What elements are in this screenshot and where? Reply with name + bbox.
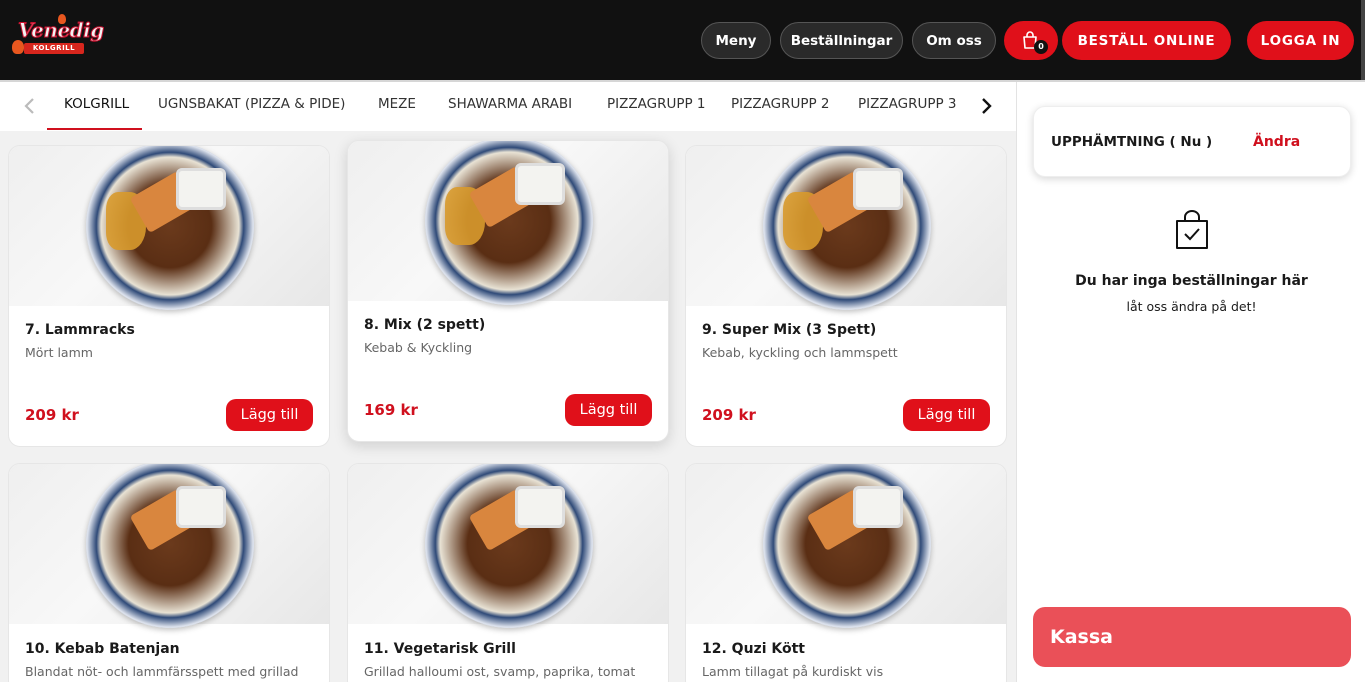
product-description: Kebab & Kyckling bbox=[364, 340, 473, 355]
product-description: Lamm tillagat på kurdiskt vis bbox=[702, 664, 884, 679]
nav-about-button[interactable]: Om oss bbox=[912, 22, 996, 59]
product-title: 10. Kebab Batenjan bbox=[25, 641, 180, 657]
add-to-cart-button[interactable]: Lägg till bbox=[903, 399, 990, 431]
chevron-left-icon[interactable] bbox=[18, 94, 42, 118]
product-image bbox=[686, 464, 1006, 628]
product-image bbox=[9, 464, 329, 628]
logo[interactable]: Venedig KOLGRILL bbox=[10, 14, 105, 64]
product-card[interactable]: 8. Mix (2 spett) Kebab & Kyckling 169 kr… bbox=[347, 140, 669, 442]
product-card[interactable]: 11. Vegetarisk Grill Grillad halloumi os… bbox=[347, 463, 669, 682]
cart-sidebar: UPPHÄMTNING ( Nu ) Ändra Du har inga bes… bbox=[1016, 82, 1365, 682]
logo-flame-icon bbox=[12, 40, 24, 54]
product-description: Kebab, kyckling och lammspett bbox=[702, 345, 898, 360]
product-image bbox=[686, 146, 1006, 310]
product-price: 209 kr bbox=[702, 406, 756, 424]
product-title: 7. Lammracks bbox=[25, 322, 135, 338]
product-image bbox=[9, 146, 329, 310]
tab-pizzagrupp-2[interactable]: PIZZAGRUPP 2 bbox=[731, 96, 830, 112]
pickup-change-link[interactable]: Ändra bbox=[1253, 134, 1300, 150]
add-to-cart-button[interactable]: Lägg till bbox=[565, 394, 652, 426]
tab-ugnsbakat[interactable]: UGNSBAKAT (PIZZA & PIDE) bbox=[158, 96, 345, 112]
product-description: Mört lamm bbox=[25, 345, 93, 360]
scrollbar[interactable] bbox=[1361, 0, 1365, 80]
product-image bbox=[348, 141, 668, 305]
product-title: 11. Vegetarisk Grill bbox=[364, 641, 516, 657]
empty-cart-subtitle: låt oss ändra på det! bbox=[1126, 299, 1257, 314]
checkout-button[interactable]: Kassa bbox=[1033, 607, 1351, 667]
product-title: 12. Quzi Kött bbox=[702, 641, 805, 657]
tab-shawarma-arabi[interactable]: SHAWARMA ARABI bbox=[448, 96, 572, 112]
nav-menu-button[interactable]: Meny bbox=[701, 22, 771, 59]
pickup-selector[interactable]: UPPHÄMTNING ( Nu ) Ändra bbox=[1033, 106, 1351, 177]
add-to-cart-button[interactable]: Lägg till bbox=[226, 399, 313, 431]
shopping-bag-check-icon bbox=[1176, 210, 1208, 249]
product-description: Blandat nöt- och lammfärsspett med grill… bbox=[25, 664, 299, 679]
tab-pizzagrupp-3[interactable]: PIZZAGRUPP 3 bbox=[858, 96, 957, 112]
logo-title: Venedig bbox=[18, 18, 105, 43]
tab-kolgrill[interactable]: KOLGRILL bbox=[64, 96, 129, 112]
pickup-label: UPPHÄMTNING ( Nu ) bbox=[1051, 134, 1213, 150]
product-card[interactable]: 10. Kebab Batenjan Blandat nöt- och lamm… bbox=[8, 463, 330, 682]
nav-orders-button[interactable]: Beställningar bbox=[780, 22, 903, 59]
product-image bbox=[348, 464, 668, 628]
product-price: 209 kr bbox=[25, 406, 79, 424]
product-description: Grillad halloumi ost, svamp, paprika, to… bbox=[364, 664, 636, 679]
tab-meze[interactable]: MEZE bbox=[378, 96, 416, 112]
cart-count-badge: 0 bbox=[1034, 40, 1048, 54]
product-card[interactable]: 9. Super Mix (3 Spett) Kebab, kyckling o… bbox=[685, 145, 1007, 447]
product-title: 8. Mix (2 spett) bbox=[364, 317, 486, 333]
category-bar: KOLGRILL UGNSBAKAT (PIZZA & PIDE) MEZE S… bbox=[0, 82, 1016, 131]
product-card[interactable]: 7. Lammracks Mört lamm 209 kr Lägg till bbox=[8, 145, 330, 447]
active-tab-indicator bbox=[47, 128, 142, 130]
cart-button[interactable]: 0 bbox=[1004, 21, 1058, 60]
tab-pizzagrupp-1[interactable]: PIZZAGRUPP 1 bbox=[607, 96, 706, 112]
product-title: 9. Super Mix (3 Spett) bbox=[702, 322, 877, 338]
login-button[interactable]: LOGGA IN bbox=[1247, 21, 1354, 60]
chevron-right-icon[interactable] bbox=[974, 94, 998, 118]
site-header: Venedig KOLGRILL Meny Beställningar Om o… bbox=[0, 0, 1365, 80]
logo-subtitle: KOLGRILL bbox=[24, 43, 84, 54]
product-card[interactable]: 12. Quzi Kött Lamm tillagat på kurdiskt … bbox=[685, 463, 1007, 682]
product-price: 169 kr bbox=[364, 401, 418, 419]
order-online-button[interactable]: BESTÄLL ONLINE bbox=[1062, 21, 1231, 60]
empty-cart-title: Du har inga beställningar här bbox=[1075, 273, 1308, 289]
